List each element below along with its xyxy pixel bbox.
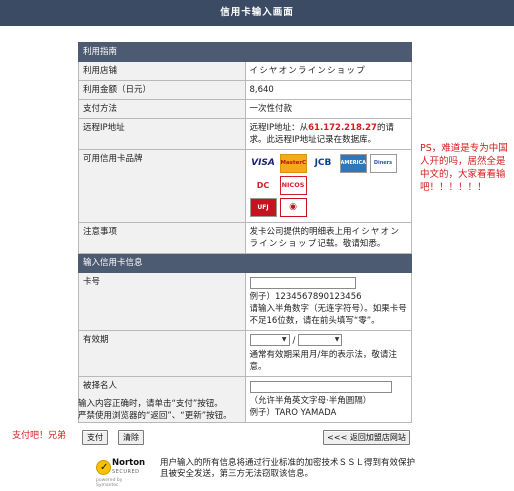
- payment-method-label: 支付方法: [78, 99, 246, 119]
- security-notice: 用户输入的所有信息将通过行业标准的加密技术ＳＳＬ得到有效保护且被安全发送，第三方…: [160, 458, 416, 479]
- amount-label: 利用金额（日元）: [78, 80, 246, 100]
- card-number-hint: 请输入半角数字（无连字符号）。如果卡号不足16位数，请在前头填写“零”。: [249, 304, 407, 326]
- notes-text: 发卡公司提供的明细表上用イシヤオンラインショップ记载。敬请知悉。: [244, 222, 412, 254]
- row-store: 利用店铺 イシヤオンラインショップ: [78, 61, 412, 81]
- pay-button[interactable]: 支付: [82, 430, 108, 445]
- expiry-hint: 通常有效期采用月/年的表示法，敬请注意。: [249, 349, 397, 372]
- expiry-month-select[interactable]: ▼: [249, 334, 290, 346]
- store-value: イシヤオンラインショップ: [244, 61, 412, 81]
- back-to-store-button[interactable]: <<< 返回加盟店网站: [323, 430, 410, 445]
- footer-note-2: 严禁使用浏览器的“返回”、“更新”按钮。: [78, 411, 232, 421]
- section-title-guide: 利用指南: [83, 47, 118, 57]
- visa-logo: VISA: [249, 154, 277, 173]
- expiry-cell: ▼ / ▼ 通常有效期采用月/年的表示法，敬请注意。: [244, 330, 412, 377]
- holder-cell: （允许半角英文字母·半角圆隔） 例子）TARO YAMADA: [244, 375, 412, 423]
- footer-note-1: 输入内容正确时，请单击“支付”按钮。: [78, 399, 223, 409]
- page-title: 信用卡输入画面: [220, 7, 294, 18]
- footer-notes: 输入内容正确时，请单击“支付”按钮。 严禁使用浏览器的“返回”、“更新”按钮。: [78, 398, 232, 422]
- norton-secured-seal[interactable]: ✓ Norton SECURED powered by Symantec: [96, 458, 145, 488]
- card-number-example: 例子）1234567890123456: [249, 292, 362, 302]
- card-number-label: 卡号: [78, 272, 246, 331]
- norton-check-icon: ✓: [96, 460, 111, 475]
- dc-logo: DC: [249, 176, 277, 195]
- ufj-logo: UFJ: [249, 198, 277, 217]
- cardholder-name-input[interactable]: [249, 380, 392, 393]
- section-title-card-input: 输入信用卡信息: [83, 258, 143, 268]
- row-ip: 远程IP地址 远程IP地址：从61.172.218.27的请求。此远程IP地址记…: [78, 118, 412, 150]
- amex-logo: AMERICAN EXPRESS: [339, 154, 367, 173]
- row-card-brands: 可用信用卡品牌 VISAMasterCardJCBAMERICAN EXPRES…: [78, 149, 412, 223]
- clear-button[interactable]: 清除: [118, 430, 144, 445]
- ip-info: 远程IP地址：从61.172.218.27的请求。此远程IP地址记录在数据库。: [244, 118, 412, 150]
- chevron-down-icon: ▼: [334, 336, 340, 343]
- payment-form-table: 利用指南 利用店铺 イシヤオンラインショップ 利用金额（日元） 8,640 支付…: [78, 42, 412, 423]
- ip-address: 61.172.218.27: [308, 123, 377, 133]
- amount-value: 8,640: [244, 80, 412, 100]
- row-amount: 利用金额（日元） 8,640: [78, 80, 412, 100]
- expiry-separator: /: [292, 335, 296, 346]
- card-brands: VISAMasterCardJCBAMERICAN EXPRESSDiners …: [244, 149, 412, 223]
- section-header-card-input: 输入信用卡信息: [78, 253, 412, 273]
- section-header-guide: 利用指南: [78, 42, 412, 62]
- row-card-number: 卡号 例子）1234567890123456 请输入半角数字（无连字符号）。如果…: [78, 272, 412, 331]
- holder-example: 例子）TARO YAMADA: [249, 407, 337, 418]
- row-payment-method: 支付方法 一次性付款: [78, 99, 412, 119]
- row-notes: 注意事项 发卡公司提供的明细表上用イシヤオンラインショップ记载。敬请知悉。: [78, 222, 412, 254]
- mastercard-logo: MasterCard: [279, 154, 307, 173]
- jcb-logo: JCB: [309, 154, 337, 173]
- card-number-input[interactable]: [249, 277, 356, 289]
- notes-label: 注意事项: [78, 222, 246, 254]
- nicos-logo: NICOS: [279, 176, 307, 195]
- holder-hint: （允许半角英文字母·半角圆隔）: [249, 395, 372, 406]
- row-expiry: 有效期 ▼ / ▼ 通常有效期采用月/年的表示法，敬请注意。: [78, 330, 412, 377]
- page-header: 信用卡输入画面: [0, 0, 514, 26]
- saison-logo: ◉: [279, 198, 307, 217]
- annotation-left: 支付吧！兄弟: [12, 431, 67, 441]
- diners-club-logo: Diners Club: [369, 154, 397, 173]
- ip-prefix: 远程IP地址：从: [249, 123, 309, 133]
- chevron-down-icon: ▼: [281, 336, 287, 343]
- store-label: 利用店铺: [78, 61, 246, 81]
- expiry-label: 有效期: [78, 330, 246, 377]
- brands-label: 可用信用卡品牌: [78, 149, 246, 223]
- payment-method-value: 一次性付款: [244, 99, 412, 119]
- card-number-cell: 例子）1234567890123456 请输入半角数字（无连字符号）。如果卡号不…: [244, 272, 412, 331]
- expiry-year-select[interactable]: ▼: [298, 334, 343, 346]
- ip-label: 远程IP地址: [78, 118, 246, 150]
- annotation-right: PS，难道是专为中国人开的吗，居然全是中文的，大家看看输吧！！！！！！: [420, 143, 508, 193]
